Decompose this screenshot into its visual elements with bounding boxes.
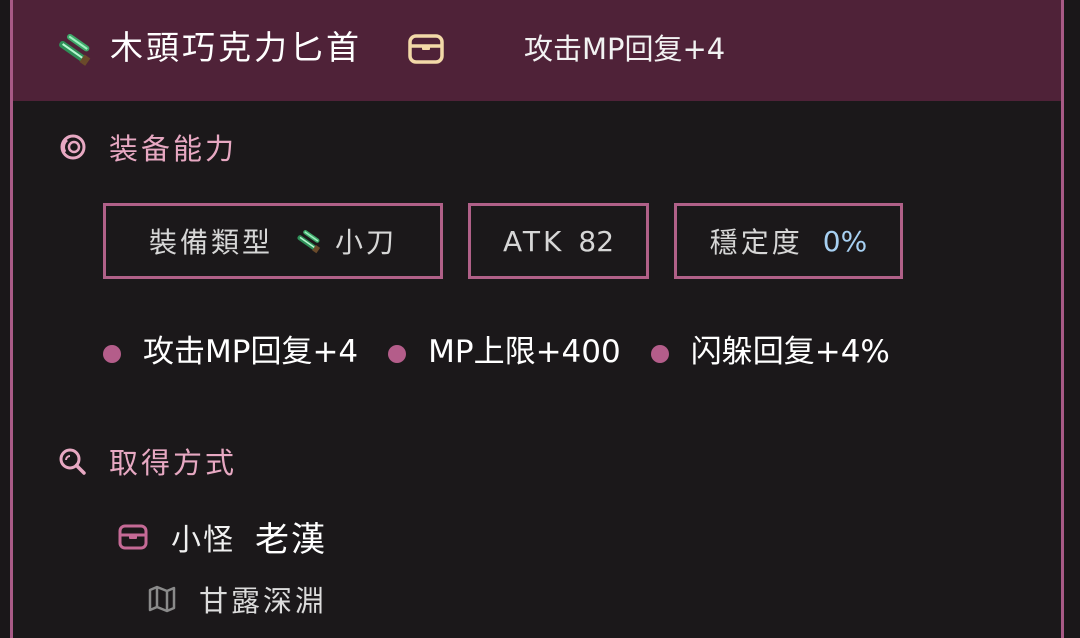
stat-value-type: 小刀 [335, 226, 398, 259]
bullet-dot [650, 344, 669, 363]
dagger-icon [59, 33, 91, 66]
location-name: 甘露深淵 [199, 584, 328, 618]
stat-label-type: 裝備類型 [148, 226, 273, 259]
stat-value-stability: 0% [822, 224, 868, 258]
bullet-dot [388, 344, 407, 363]
dagger-icon [297, 230, 321, 254]
item-header: 木頭巧克力匕首 攻击MP回复+4 [13, 0, 1061, 101]
effect-item: 闪躲回复+4% [650, 326, 890, 371]
item-title: 木頭巧克力匕首 [110, 28, 362, 67]
stat-label-atk: ATK [502, 224, 565, 258]
acquire-heading-label: 取得方式 [109, 446, 238, 480]
item-card: 木頭巧克力匕首 攻击MP回复+4 装备能力 裝備類型 小刀 ATK 82 穩定度… [10, 0, 1064, 638]
stat-label-stability: 穩定度 [709, 226, 803, 259]
stat-box-type: 裝備類型 小刀 [103, 203, 443, 279]
search-icon [59, 448, 86, 475]
header-effect: 攻击MP回复+4 [524, 32, 726, 66]
effect-list: 攻击MP回复+4 MP上限+400 闪躲回复+4% [103, 326, 920, 371]
ability-section-heading: 装备能力 [57, 126, 237, 168]
effect-item: MP上限+400 [388, 326, 621, 371]
effect-text: MP上限+400 [428, 334, 621, 370]
source-name: 老漢 [255, 520, 327, 560]
acquire-section-heading: 取得方式 [57, 440, 237, 482]
stat-box-atk: ATK 82 [468, 203, 649, 279]
ability-heading-label: 装备能力 [109, 132, 238, 166]
location-row[interactable]: 甘露深淵 [147, 578, 327, 620]
stat-value-atk: 82 [578, 224, 615, 258]
swirl-icon [60, 134, 86, 160]
bullet-dot [103, 344, 121, 363]
map-icon [148, 585, 176, 613]
effect-text: 攻击MP回复+4 [143, 334, 359, 370]
source-type: 小怪 [171, 522, 235, 558]
chest-icon [118, 524, 148, 549]
stat-box-stability: 穩定度 0% [674, 203, 903, 279]
effect-item: 攻击MP回复+4 [103, 326, 358, 371]
source-row[interactable]: 小怪 老漢 [117, 512, 327, 561]
chest-icon[interactable] [407, 33, 445, 65]
effect-text: 闪躲回复+4% [690, 334, 890, 370]
